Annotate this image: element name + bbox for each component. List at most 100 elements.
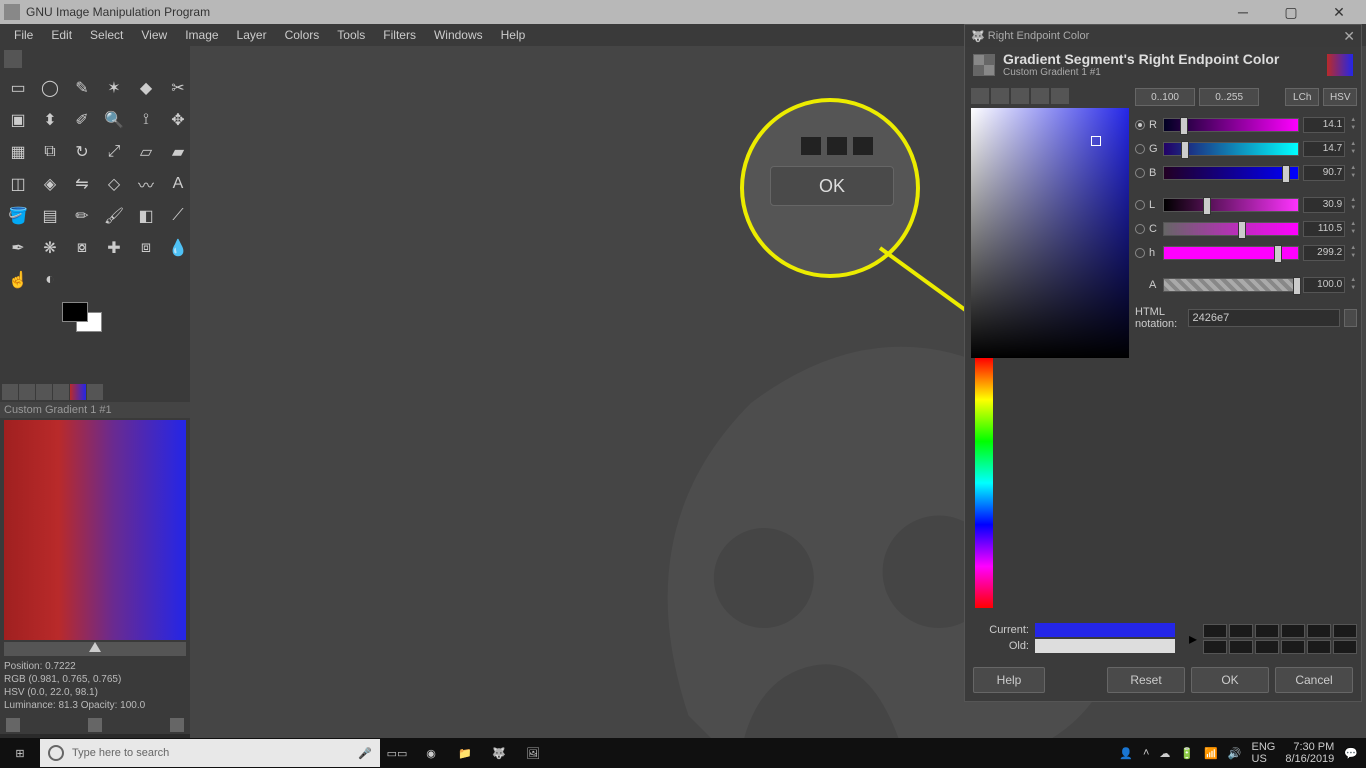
spin-down[interactable]: ▼ xyxy=(1349,149,1357,157)
tool-ink[interactable]: ✒ xyxy=(4,234,32,262)
mode-lch-button[interactable]: LCh xyxy=(1285,88,1319,106)
dock-tab[interactable] xyxy=(87,384,103,400)
window-minimize-button[interactable]: ─ xyxy=(1228,2,1258,22)
tool-heal[interactable]: ✚ xyxy=(100,234,128,262)
language-indicator[interactable]: ENGUS xyxy=(1252,741,1276,765)
taskbar-search[interactable]: Type here to search 🎤 xyxy=(40,739,380,767)
toolbox-tab[interactable] xyxy=(4,50,22,68)
onedrive-icon[interactable]: ☁ xyxy=(1159,747,1170,760)
value-g[interactable]: 14.7 xyxy=(1303,141,1345,157)
spin-up[interactable]: ▲ xyxy=(1349,117,1357,125)
dialog-close-button[interactable]: ✕ xyxy=(1343,28,1355,45)
tool-smudge[interactable]: ☝ xyxy=(4,266,32,294)
taskbar-app-chrome[interactable]: ◉ xyxy=(414,738,448,768)
tool-perspective[interactable]: ▰ xyxy=(164,138,192,166)
menu-image[interactable]: Image xyxy=(177,26,226,44)
help-button[interactable]: Help xyxy=(973,667,1045,693)
tray-chevron-up-icon[interactable]: ˄ xyxy=(1143,747,1149,759)
menu-layer[interactable]: Layer xyxy=(229,26,275,44)
history-slot[interactable] xyxy=(1255,640,1279,654)
history-slot[interactable] xyxy=(1307,624,1331,638)
taskbar-app-gimp[interactable]: 🐺 xyxy=(482,738,516,768)
task-view-button[interactable]: ▭▭ xyxy=(380,738,414,768)
spin-down[interactable]: ▼ xyxy=(1349,125,1357,133)
history-slot[interactable] xyxy=(1333,624,1357,638)
menu-view[interactable]: View xyxy=(133,26,175,44)
menu-colors[interactable]: Colors xyxy=(277,26,328,44)
spin-up[interactable]: ▲ xyxy=(1349,197,1357,205)
spin-up[interactable]: ▲ xyxy=(1349,221,1357,229)
gradient-stops-track[interactable] xyxy=(4,642,186,656)
color-selector-tab-wheel[interactable] xyxy=(1031,88,1049,104)
tool-shear[interactable]: ▱ xyxy=(132,138,160,166)
tool-warp[interactable]: 〰 xyxy=(132,170,160,198)
channel-radio-b[interactable] xyxy=(1135,168,1145,178)
tool-gradient[interactable]: ▤ xyxy=(36,202,64,230)
fg-color[interactable] xyxy=(62,302,88,322)
channel-radio-c[interactable] xyxy=(1135,224,1145,234)
spin-down[interactable]: ▼ xyxy=(1349,205,1357,213)
taskbar-app-explorer[interactable]: 📁 xyxy=(448,738,482,768)
start-button[interactable]: ⊞ xyxy=(0,738,40,768)
scale-0-255-button[interactable]: 0..255 xyxy=(1199,88,1259,106)
tool-unified-transform[interactable]: ◫ xyxy=(4,170,32,198)
menu-select[interactable]: Select xyxy=(82,26,131,44)
dock-tab[interactable] xyxy=(19,384,35,400)
network-icon[interactable]: 📶 xyxy=(1204,747,1218,760)
gradient-zoom-in-icon[interactable] xyxy=(88,718,102,732)
history-slot[interactable] xyxy=(1229,640,1253,654)
color-selector-tab-watercolor[interactable] xyxy=(1011,88,1029,104)
menu-windows[interactable]: Windows xyxy=(426,26,491,44)
ok-button[interactable]: OK xyxy=(1191,667,1269,693)
value-h[interactable]: 299.2 xyxy=(1303,245,1345,261)
slider-g[interactable] xyxy=(1163,142,1299,156)
action-center-icon[interactable]: 💬 xyxy=(1344,747,1358,760)
spin-down[interactable]: ▼ xyxy=(1349,285,1357,293)
history-slot[interactable] xyxy=(1255,624,1279,638)
tool-paths[interactable]: ⬍ xyxy=(36,106,64,134)
history-slot[interactable] xyxy=(1203,640,1227,654)
history-slot[interactable] xyxy=(1229,624,1253,638)
slider-l[interactable] xyxy=(1163,198,1299,212)
saturation-value-area[interactable] xyxy=(971,108,1129,358)
tool-paintbrush[interactable]: 🖌 xyxy=(100,202,128,230)
eyedropper-button[interactable] xyxy=(1344,309,1358,327)
scale-0-100-button[interactable]: 0..100 xyxy=(1135,88,1195,106)
value-a[interactable]: 100.0 xyxy=(1303,277,1345,293)
cancel-button[interactable]: Cancel xyxy=(1275,667,1353,693)
tool-dodge[interactable]: ◐ xyxy=(36,266,64,294)
tool-clone[interactable]: ⧇ xyxy=(68,234,96,262)
tool-blur[interactable]: 💧 xyxy=(164,234,192,262)
history-slot[interactable] xyxy=(1281,624,1305,638)
spin-down[interactable]: ▼ xyxy=(1349,173,1357,181)
color-selector-tab-cmyk[interactable] xyxy=(991,88,1009,104)
reset-button[interactable]: Reset xyxy=(1107,667,1185,693)
slider-r[interactable] xyxy=(1163,118,1299,132)
menu-tools[interactable]: Tools xyxy=(329,26,373,44)
spin-up[interactable]: ▲ xyxy=(1349,141,1357,149)
slider-a[interactable] xyxy=(1163,278,1299,292)
channel-radio-l[interactable] xyxy=(1135,200,1145,210)
spin-up[interactable]: ▲ xyxy=(1349,165,1357,173)
tool-color-picker[interactable]: ✐ xyxy=(68,106,96,134)
tool-flip[interactable]: ⇋ xyxy=(68,170,96,198)
tool-foreground-select[interactable]: ▣ xyxy=(4,106,32,134)
tool-cage[interactable]: ◇ xyxy=(100,170,128,198)
window-close-button[interactable]: ✕ xyxy=(1324,2,1354,22)
dock-tab-gradient[interactable] xyxy=(70,384,86,400)
channel-radio-r[interactable] xyxy=(1135,120,1145,130)
tool-eraser[interactable]: ◧ xyxy=(132,202,160,230)
menu-edit[interactable]: Edit xyxy=(43,26,80,44)
tool-pencil[interactable]: ✏ xyxy=(68,202,96,230)
slider-c[interactable] xyxy=(1163,222,1299,236)
mic-icon[interactable]: 🎤 xyxy=(358,747,372,760)
clock[interactable]: 7:30 PM8/16/2019 xyxy=(1285,741,1334,765)
slider-h[interactable] xyxy=(1163,246,1299,260)
volume-icon[interactable]: 🔊 xyxy=(1228,747,1242,760)
gradient-zoom-out-icon[interactable] xyxy=(6,718,20,732)
add-to-history-button[interactable]: ▸ xyxy=(1189,629,1197,649)
tool-zoom[interactable]: 🔍 xyxy=(100,106,128,134)
spin-down[interactable]: ▼ xyxy=(1349,253,1357,261)
gradient-zoom-fit-icon[interactable] xyxy=(170,718,184,732)
tool-bucket-fill[interactable]: 🪣 xyxy=(4,202,32,230)
